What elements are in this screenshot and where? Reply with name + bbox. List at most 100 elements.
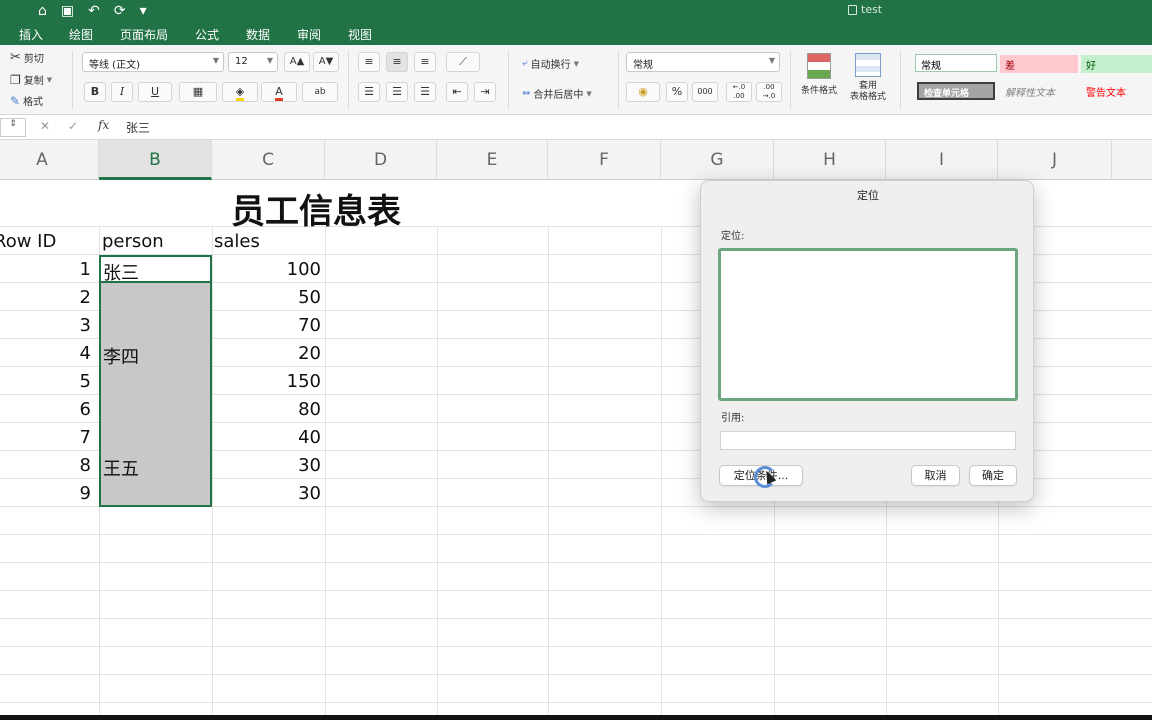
- tab-formulas[interactable]: 公式: [182, 22, 232, 45]
- column-header-d[interactable]: D: [325, 140, 437, 180]
- column-header-h[interactable]: H: [774, 140, 886, 180]
- tab-review[interactable]: 审阅: [284, 22, 334, 45]
- formula-input[interactable]: 张三: [126, 119, 150, 136]
- column-header-j[interactable]: J: [998, 140, 1112, 180]
- borders-button[interactable]: ▦: [179, 82, 217, 102]
- font-name-select[interactable]: 等线 (正文) ▼: [82, 52, 224, 72]
- orientation-button[interactable]: ⟋: [446, 52, 480, 72]
- sheet-title-cell[interactable]: 员工信息表: [231, 184, 401, 233]
- cell-row-id[interactable]: 3: [0, 315, 91, 336]
- tab-data[interactable]: 数据: [232, 22, 284, 45]
- italic-button[interactable]: I: [111, 82, 133, 102]
- column-header-e[interactable]: E: [437, 140, 548, 180]
- chevron-down-icon: ▼: [212, 56, 219, 65]
- format-painter-button[interactable]: ✎ 格式: [10, 93, 43, 109]
- header-cell-sales[interactable]: sales: [214, 231, 260, 252]
- conditional-formatting-icon: [807, 53, 831, 79]
- accounting-format-button[interactable]: ◉: [626, 82, 660, 102]
- cell-sales[interactable]: 70: [212, 315, 321, 336]
- font-color-button[interactable]: A: [261, 82, 297, 102]
- increase-indent-button[interactable]: ⇥: [474, 82, 496, 102]
- cell-row-id[interactable]: 8: [0, 455, 91, 476]
- align-top-button[interactable]: ≡: [358, 52, 380, 72]
- format-as-table-button[interactable]: 套用 表格格式: [845, 53, 891, 113]
- column-header-f[interactable]: F: [548, 140, 661, 180]
- column-header-g[interactable]: G: [661, 140, 774, 180]
- goto-list[interactable]: [718, 248, 1018, 401]
- confirm-entry-icon[interactable]: ✓: [68, 119, 78, 133]
- cell-person[interactable]: 张三: [103, 259, 139, 285]
- redo-icon[interactable]: ⟳: [114, 3, 126, 19]
- tab-page-layout[interactable]: 页面布局: [106, 22, 182, 45]
- decrease-decimal-button[interactable]: .00 →.0: [756, 82, 782, 102]
- chevron-down-icon[interactable]: ▼: [47, 76, 52, 84]
- cell-row-id[interactable]: 9: [0, 483, 91, 504]
- shrink-font-button[interactable]: A▼: [313, 52, 339, 72]
- align-center-button[interactable]: ☰: [386, 82, 408, 102]
- style-good[interactable]: 好: [1081, 55, 1152, 73]
- align-left-button[interactable]: ☰: [358, 82, 380, 102]
- cell-sales[interactable]: 50: [212, 287, 321, 308]
- cell-sales[interactable]: 20: [212, 343, 321, 364]
- cell-person[interactable]: 李四: [103, 343, 139, 369]
- save-icon[interactable]: ▣: [61, 3, 74, 19]
- undo-icon[interactable]: ↶: [88, 3, 100, 19]
- name-box[interactable]: ⇕: [0, 118, 26, 137]
- grow-font-button[interactable]: A▲: [284, 52, 310, 72]
- column-header-i[interactable]: I: [886, 140, 998, 180]
- cell-row-id[interactable]: 7: [0, 427, 91, 448]
- phonetic-button[interactable]: ab: [302, 82, 338, 102]
- cell-sales[interactable]: 40: [212, 427, 321, 448]
- column-header-b[interactable]: B: [99, 140, 212, 180]
- increase-decimal-button[interactable]: ←.0 .00: [726, 82, 752, 102]
- comma-style-button[interactable]: 000: [692, 82, 718, 102]
- style-normal[interactable]: 常规: [915, 54, 997, 72]
- header-cell-person[interactable]: person: [102, 231, 164, 252]
- font-size-select[interactable]: 12 ▼: [228, 52, 278, 72]
- cancel-entry-icon[interactable]: ✕: [40, 119, 50, 133]
- font-name-value: 等线 (正文): [89, 60, 140, 71]
- cell-person[interactable]: 王五: [103, 455, 139, 481]
- home-icon[interactable]: ⌂: [38, 3, 47, 19]
- column-header-a[interactable]: A: [0, 140, 99, 180]
- cell-row-id[interactable]: 4: [0, 343, 91, 364]
- cell-row-id[interactable]: 2: [0, 287, 91, 308]
- cell-sales[interactable]: 30: [212, 483, 321, 504]
- align-middle-button[interactable]: ≡: [386, 52, 408, 72]
- cell-row-id[interactable]: 1: [0, 259, 91, 280]
- decrease-indent-button[interactable]: ⇤: [446, 82, 468, 102]
- style-check-cell[interactable]: 检查单元格: [917, 82, 995, 100]
- align-right-button[interactable]: ☰: [414, 82, 436, 102]
- style-warning[interactable]: 警告文本: [1081, 82, 1152, 100]
- tab-draw[interactable]: 绘图: [56, 22, 106, 45]
- underline-button[interactable]: U: [138, 82, 172, 102]
- percent-button[interactable]: %: [666, 82, 688, 102]
- header-cell-row-id[interactable]: Row ID: [0, 231, 56, 252]
- tab-insert[interactable]: 插入: [6, 22, 56, 45]
- cell-sales[interactable]: 150: [212, 371, 321, 392]
- cell-sales[interactable]: 100: [212, 259, 321, 280]
- goto-label: 定位:: [721, 231, 745, 242]
- conditional-formatting-button[interactable]: 条件格式: [797, 53, 841, 109]
- copy-button[interactable]: ❐ 复制 ▼: [10, 72, 52, 88]
- merge-center-button[interactable]: ⇔ 合并后居中 ▼: [522, 86, 592, 101]
- cell-sales[interactable]: 80: [212, 399, 321, 420]
- fill-color-button[interactable]: ◈: [222, 82, 258, 102]
- cut-button[interactable]: ✂ 剪切: [10, 50, 44, 65]
- insert-function-button[interactable]: fx: [98, 118, 109, 132]
- cancel-button[interactable]: 取消: [911, 465, 960, 486]
- ok-button[interactable]: 确定: [969, 465, 1017, 486]
- tab-view[interactable]: 视图: [334, 22, 386, 45]
- wrap-text-button[interactable]: ⤶ 自动换行 ▼: [522, 56, 579, 71]
- cell-row-id[interactable]: 6: [0, 399, 91, 420]
- number-format-select[interactable]: 常规 ▼: [626, 52, 780, 72]
- style-bad[interactable]: 差: [1000, 55, 1078, 73]
- style-explanatory[interactable]: 解释性文本: [1000, 82, 1078, 100]
- cell-row-id[interactable]: 5: [0, 371, 91, 392]
- align-bottom-button[interactable]: ≡: [414, 52, 436, 72]
- bold-button[interactable]: B: [84, 82, 106, 102]
- reference-input[interactable]: [720, 431, 1016, 450]
- column-header-c[interactable]: C: [212, 140, 325, 180]
- cell-sales[interactable]: 30: [212, 455, 321, 476]
- customize-toolbar-icon[interactable]: ▾: [140, 3, 147, 19]
